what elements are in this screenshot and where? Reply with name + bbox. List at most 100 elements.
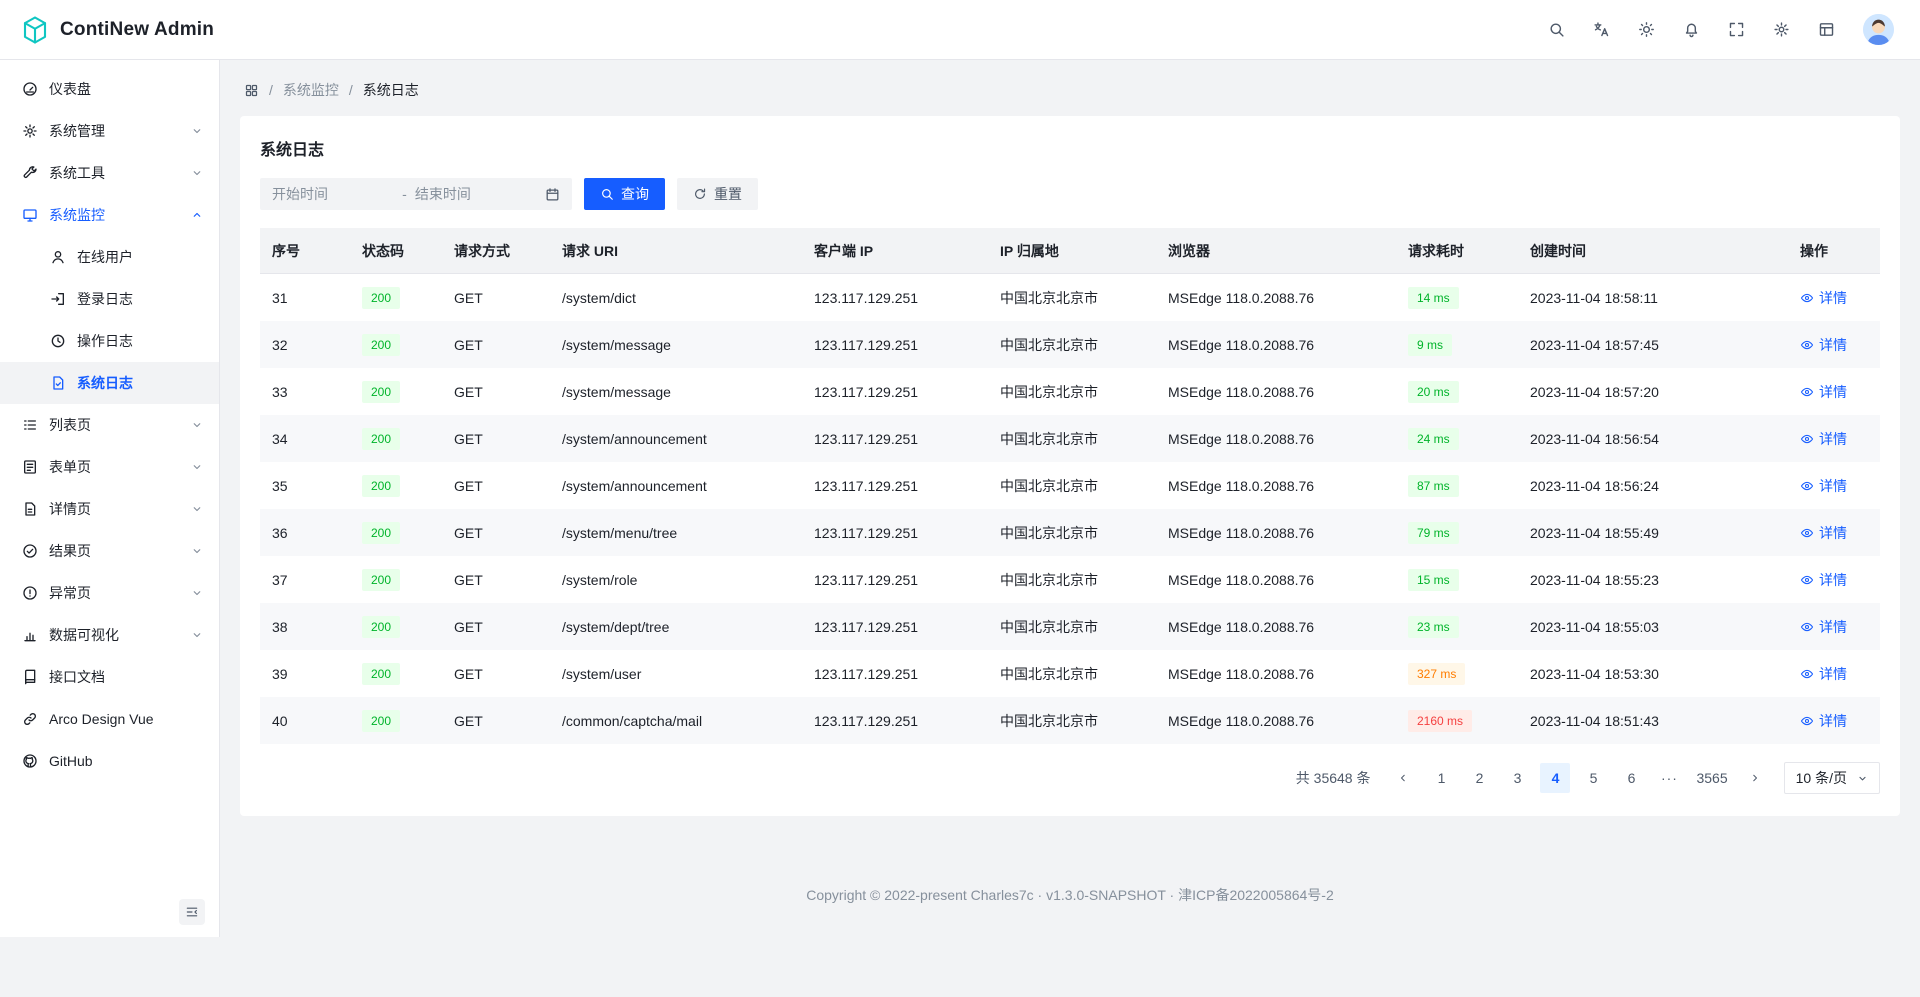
status-badge: 200: [362, 475, 400, 497]
column-header: 请求耗时: [1396, 241, 1518, 261]
detail-link[interactable]: 详情: [1800, 570, 1847, 590]
sidebar-item-system-management[interactable]: 系统管理: [0, 110, 219, 152]
login-log-icon: [50, 291, 66, 307]
settings-button[interactable]: [1773, 21, 1790, 38]
reset-button[interactable]: 重置: [677, 178, 758, 210]
sidebar-item-result-page[interactable]: 结果页: [0, 530, 219, 572]
cell-ip-location: 中国北京北京市: [988, 335, 1156, 355]
sidebar-item-api-docs[interactable]: 接口文档: [0, 656, 219, 698]
sidebar-item-list-page[interactable]: 列表页: [0, 404, 219, 446]
sidebar-item-system-logs[interactable]: 系统日志: [0, 362, 219, 404]
page-button-2[interactable]: 2: [1464, 763, 1494, 793]
refresh-icon: [693, 187, 707, 201]
detail-link[interactable]: 详情: [1800, 476, 1847, 496]
detail-link[interactable]: 详情: [1800, 617, 1847, 637]
detail-link-label: 详情: [1819, 711, 1847, 731]
footer: Copyright © 2022-present Charles7c · v1.…: [220, 857, 1920, 937]
cell-status: 200: [350, 663, 442, 685]
apps-icon[interactable]: [244, 83, 259, 98]
notifications-button[interactable]: [1683, 21, 1700, 38]
column-header: 客户端 IP: [802, 241, 988, 261]
reset-button-label: 重置: [714, 187, 742, 201]
calendar-icon: [545, 187, 560, 202]
detail-link[interactable]: 详情: [1800, 429, 1847, 449]
cell-method: GET: [442, 525, 550, 541]
search-button[interactable]: [1548, 21, 1565, 38]
page-button-3[interactable]: 3: [1502, 763, 1532, 793]
page-button-4[interactable]: 4: [1540, 763, 1570, 793]
sidebar-item-github[interactable]: GitHub: [0, 740, 219, 782]
user-avatar[interactable]: [1863, 14, 1894, 45]
cell-uri: /system/user: [550, 666, 802, 682]
cell-method: GET: [442, 619, 550, 635]
cell-index: 36: [260, 525, 350, 541]
cell-ip-location: 中国北京北京市: [988, 382, 1156, 402]
status-badge: 200: [362, 334, 400, 356]
detail-link[interactable]: 详情: [1800, 382, 1847, 402]
logo-area[interactable]: ContiNew Admin: [20, 15, 214, 45]
start-time-placeholder[interactable]: 开始时间: [272, 184, 394, 204]
app-logo-icon: [20, 15, 50, 45]
detail-link[interactable]: 详情: [1800, 664, 1847, 684]
page-size-select[interactable]: 10 条/页: [1784, 762, 1880, 794]
detail-link[interactable]: 详情: [1800, 288, 1847, 308]
eye-icon: [1800, 432, 1814, 446]
fullscreen-button[interactable]: [1728, 21, 1745, 38]
sidebar-collapse-button[interactable]: [179, 899, 205, 925]
page-button-3565[interactable]: 3565: [1692, 763, 1731, 793]
cell-uri: /system/announcement: [550, 431, 802, 447]
cell-method: GET: [442, 337, 550, 353]
translate-button[interactable]: [1593, 21, 1610, 38]
detail-link[interactable]: 详情: [1800, 335, 1847, 355]
cell-created-time: 2023-11-04 18:53:30: [1518, 666, 1788, 682]
layout-icon: [1818, 21, 1835, 38]
page-button-1[interactable]: 1: [1426, 763, 1456, 793]
cell-client-ip: 123.117.129.251: [802, 619, 988, 635]
chevron-down-icon: [191, 587, 203, 599]
next-page-button[interactable]: [1740, 763, 1770, 793]
theme-button[interactable]: [1638, 21, 1655, 38]
table-row: 32200GET/system/message123.117.129.251中国…: [260, 321, 1880, 368]
column-header: IP 归属地: [988, 241, 1156, 261]
page-button-5[interactable]: 5: [1578, 763, 1608, 793]
table-row: 40200GET/common/captcha/mail123.117.129.…: [260, 697, 1880, 744]
sidebar-item-exception-page[interactable]: 异常页: [0, 572, 219, 614]
sidebar-item-arco-design-vue[interactable]: Arco Design Vue: [0, 698, 219, 740]
sidebar-item-system-tools[interactable]: 系统工具: [0, 152, 219, 194]
end-time-placeholder[interactable]: 结束时间: [415, 184, 537, 204]
sidebar-item-detail-page[interactable]: 详情页: [0, 488, 219, 530]
cell-uri: /system/dict: [550, 290, 802, 306]
status-badge: 200: [362, 287, 400, 309]
detail-link-label: 详情: [1819, 570, 1847, 590]
cell-browser: MSEdge 118.0.2088.76: [1156, 525, 1396, 541]
search-button[interactable]: 查询: [584, 178, 665, 210]
sun-icon: [1638, 21, 1655, 38]
prev-page-button[interactable]: [1388, 763, 1418, 793]
eye-icon: [1800, 667, 1814, 681]
cell-created-time: 2023-11-04 18:57:20: [1518, 384, 1788, 400]
sidebar-item-online-users[interactable]: 在线用户: [0, 236, 219, 278]
sidebar-item-form-page[interactable]: 表单页: [0, 446, 219, 488]
sidebar-item-data-visualization[interactable]: 数据可视化: [0, 614, 219, 656]
page-button-6[interactable]: 6: [1616, 763, 1646, 793]
sidebar-item-operation-logs[interactable]: 操作日志: [0, 320, 219, 362]
cell-elapsed: 87 ms: [1396, 475, 1518, 497]
layout-button[interactable]: [1818, 21, 1835, 38]
breadcrumb-item-monitor[interactable]: 系统监控: [283, 80, 339, 100]
cell-actions: 详情: [1788, 382, 1880, 402]
detail-link[interactable]: 详情: [1800, 523, 1847, 543]
cell-uri: /common/captcha/mail: [550, 713, 802, 729]
detail-link[interactable]: 详情: [1800, 711, 1847, 731]
cell-status: 200: [350, 334, 442, 356]
sidebar-item-label: 系统日志: [77, 373, 203, 393]
date-range-picker[interactable]: 开始时间 - 结束时间: [260, 178, 572, 210]
sidebar-item-system-monitor[interactable]: 系统监控: [0, 194, 219, 236]
sidebar-item-login-logs[interactable]: 登录日志: [0, 278, 219, 320]
sidebar-item-dashboard[interactable]: 仪表盘: [0, 68, 219, 110]
column-header: 操作: [1788, 241, 1880, 261]
eye-icon: [1800, 291, 1814, 305]
cell-method: GET: [442, 290, 550, 306]
sidebar-item-label: 数据可视化: [49, 625, 180, 645]
cell-ip-location: 中国北京北京市: [988, 570, 1156, 590]
tool-icon: [22, 165, 38, 181]
